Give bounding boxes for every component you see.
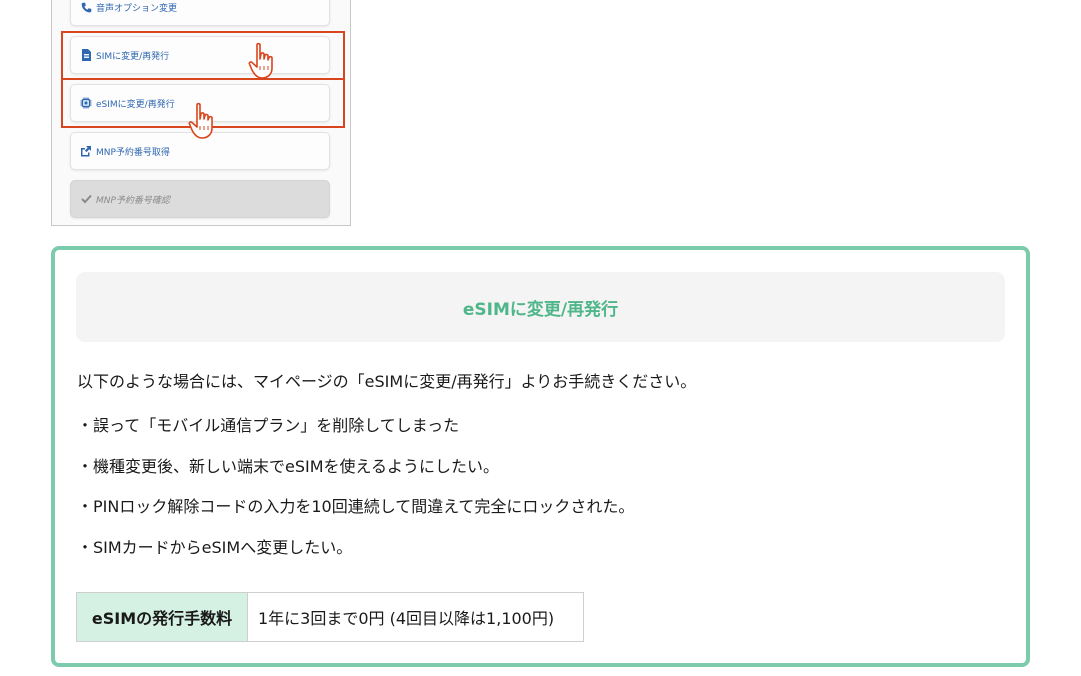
list-item: ・機種変更後、新しい端末でeSIMを使えるようにしたい。	[77, 456, 500, 476]
mnp-check-label: MNP予約番号確認	[96, 195, 170, 206]
fee-label: eSIMの発行手数料	[76, 592, 248, 642]
intro-text: 以下のような場合には、マイページの「eSIMに変更/再発行」よりお手続きください…	[77, 372, 697, 391]
table-row: eSIMの発行手数料 1年に3回まで0円 (4回目以降は1,100円)	[76, 592, 584, 642]
case-list: ・誤って「モバイル通信プラン」を削除してしまった ・機種変更後、新しい端末でeS…	[77, 416, 634, 578]
mnp-check-button: MNP予約番号確認	[70, 180, 330, 218]
fee-table: eSIMの発行手数料 1年に3回まで0円 (4回目以降は1,100円)	[76, 592, 584, 642]
list-item: ・SIMカードからeSIMへ変更したい。	[77, 537, 353, 557]
panel-title-box: eSIMに変更/再発行	[76, 272, 1005, 342]
pointing-hand-icon	[248, 42, 273, 79]
mnp-get-label: MNP予約番号取得	[96, 147, 170, 158]
esim-info-panel: eSIMに変更/再発行 以下のような場合には、マイページの「eSIMに変更/再発…	[51, 246, 1030, 667]
esim-change-label: eSIMに変更/再発行	[96, 99, 175, 110]
chip-icon	[80, 97, 92, 109]
list-item: ・誤って「モバイル通信プラン」を削除してしまった	[77, 416, 460, 435]
panel-title: eSIMに変更/再発行	[462, 299, 619, 320]
sim-change-button[interactable]: SIMに変更/再発行	[70, 36, 330, 74]
voice-option-label: 音声オプション変更	[96, 3, 178, 14]
pointing-hand-icon	[188, 102, 213, 139]
voice-option-button[interactable]: 音声オプション変更	[70, 0, 330, 26]
phone-icon	[80, 1, 92, 13]
share-icon	[80, 145, 92, 157]
list-item: ・PINロック解除コードの入力を10回連続して間違えて完全にロックされた。	[77, 497, 635, 516]
fee-value: 1年に3回まで0円 (4回目以降は1,100円)	[247, 592, 584, 642]
check-icon	[80, 193, 92, 205]
sim-change-label: SIMに変更/再発行	[96, 51, 170, 62]
mypage-menu-screenshot: 音声オプション変更 SIMに変更/再発行 eSIMに変更/再発行 MNP予約番号…	[51, 0, 351, 226]
sim-card-icon	[80, 49, 92, 61]
